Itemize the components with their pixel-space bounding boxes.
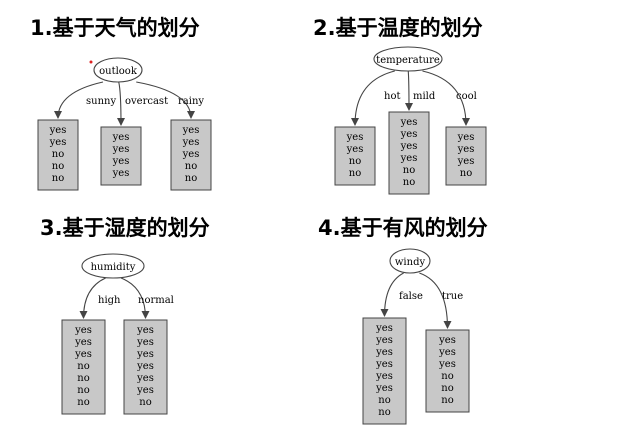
- leaf-value-no: no: [77, 361, 89, 372]
- leaf-value-yes: yes: [112, 156, 130, 167]
- leaf-value-yes: yes: [182, 137, 200, 148]
- leaf-value-yes: yes: [457, 132, 475, 143]
- leaf-value-yes: yes: [457, 144, 475, 155]
- leaf-value-no: no: [185, 173, 197, 184]
- root-label-humidity: humidity: [91, 262, 136, 273]
- leaf-value-yes: yes: [112, 168, 130, 179]
- leaf-value-yes: yes: [375, 383, 393, 394]
- leaf-value-yes: yes: [400, 153, 418, 164]
- leaf-value-yes: yes: [112, 132, 130, 143]
- root-label-temperature: temperature: [376, 55, 440, 66]
- decision-tree-canvas: sunny overcast rainyoutlookyesyesnononoyes…: [37, 46, 487, 425]
- cursor-dot: [89, 60, 93, 64]
- edge-label-high: high: [98, 295, 121, 306]
- leaf-value-no: no: [378, 407, 390, 418]
- leaf-value-yes: yes: [74, 337, 92, 348]
- leaf-value-no: no: [77, 373, 89, 384]
- leaf-value-yes: yes: [400, 141, 418, 152]
- leaf-value-no: no: [349, 156, 361, 167]
- edge-outlook-overcast: [116, 81, 125, 126]
- leaf-value-yes: yes: [400, 129, 418, 140]
- edge-label-overcast: overcast: [125, 96, 168, 107]
- edge-label-sunny: sunny: [86, 96, 116, 107]
- leaf-value-yes: yes: [346, 132, 364, 143]
- leaf-value-no: no: [441, 371, 453, 382]
- leaf-value-no: no: [403, 165, 415, 176]
- root-label-outlook: outlook: [99, 66, 138, 77]
- leaf-value-no: no: [77, 385, 89, 396]
- leaf-value-yes: yes: [438, 347, 456, 358]
- leaf-value-no: no: [52, 161, 64, 172]
- leaf-value-yes: yes: [182, 149, 200, 160]
- edge-label-cool: cool: [456, 91, 477, 102]
- edge-label-rainy: rainy: [178, 96, 204, 107]
- root-label-windy: windy: [395, 257, 426, 268]
- leaf-value-no: no: [441, 383, 453, 394]
- leaf-value-yes: yes: [49, 137, 67, 148]
- leaf-value-yes: yes: [136, 325, 154, 336]
- leaf-value-yes: yes: [136, 373, 154, 384]
- leaf-value-yes: yes: [375, 359, 393, 370]
- leaf-value-no: no: [378, 395, 390, 406]
- leaf-value-no: no: [403, 177, 415, 188]
- edge-label-false: false: [399, 291, 423, 302]
- leaf-value-yes: yes: [49, 125, 67, 136]
- leaf-value-no: no: [441, 395, 453, 406]
- leaf-value-yes: yes: [182, 125, 200, 136]
- leaf-value-no: no: [52, 173, 64, 184]
- leaf-value-yes: yes: [375, 335, 393, 346]
- leaf-value-no: no: [52, 149, 64, 160]
- leaf-value-yes: yes: [438, 335, 456, 346]
- leaf-value-no: no: [139, 397, 151, 408]
- edge-label-hot: hot: [384, 91, 400, 102]
- leaf-value-yes: yes: [74, 325, 92, 336]
- leaf-value-yes: yes: [74, 349, 92, 360]
- leaf-value-yes: yes: [457, 156, 475, 167]
- leaf-value-yes: yes: [400, 117, 418, 128]
- leaf-value-yes: yes: [136, 349, 154, 360]
- leaf-value-yes: yes: [112, 144, 130, 155]
- leaf-value-yes: yes: [375, 323, 393, 334]
- leaf-value-yes: yes: [375, 371, 393, 382]
- leaf-value-no: no: [185, 161, 197, 172]
- leaf-value-yes: yes: [136, 337, 154, 348]
- leaf-value-yes: yes: [346, 144, 364, 155]
- edge-label-mild: mild: [413, 91, 436, 102]
- leaf-value-no: no: [460, 168, 472, 179]
- leaf-value-yes: yes: [136, 361, 154, 372]
- leaf-value-yes: yes: [375, 347, 393, 358]
- leaf-value-yes: yes: [438, 359, 456, 370]
- edge-label-normal: normal: [138, 295, 174, 306]
- leaf-value-yes: yes: [136, 385, 154, 396]
- leaf-value-no: no: [77, 397, 89, 408]
- leaf-value-no: no: [349, 168, 361, 179]
- edge-label-true: true: [442, 291, 463, 302]
- edge-temperature-mild: [404, 70, 413, 111]
